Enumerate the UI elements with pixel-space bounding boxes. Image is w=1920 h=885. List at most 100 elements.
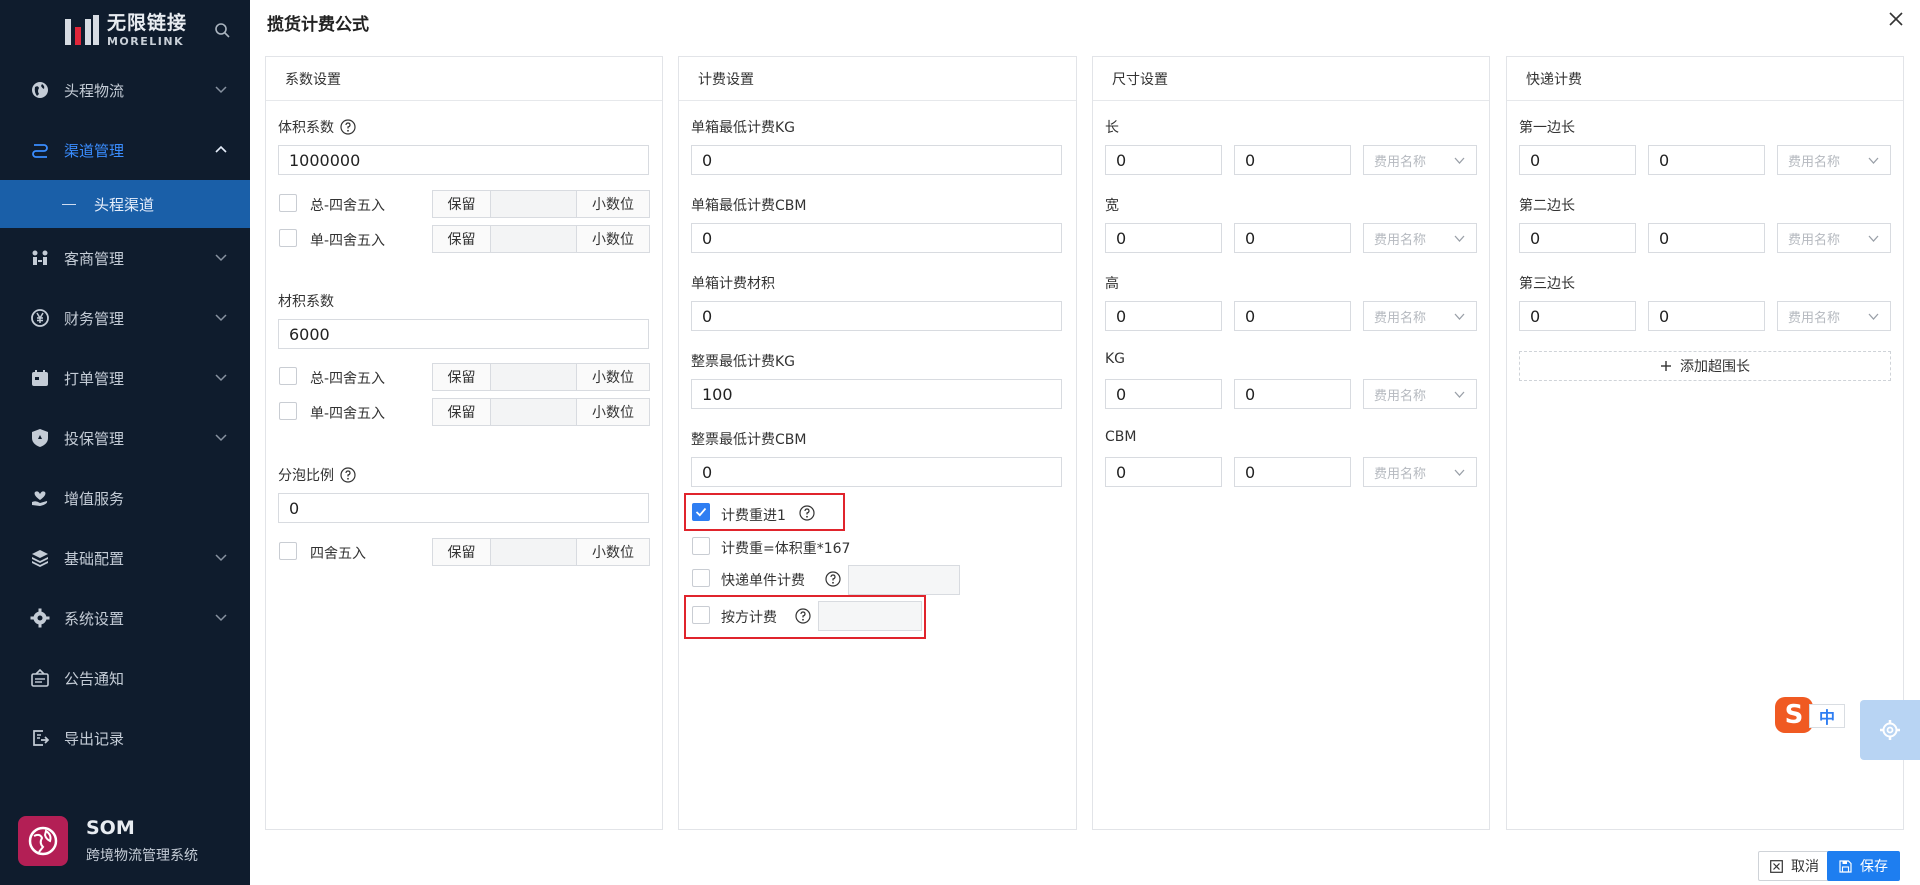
decimal-input[interactable]	[491, 191, 577, 217]
by-cbm-checkbox[interactable]	[692, 606, 710, 624]
min-ticket-cbm-input[interactable]: 0	[691, 457, 1062, 487]
logo-en: MORELINK	[106, 34, 185, 48]
size-min-input[interactable]: 0	[1105, 301, 1222, 331]
box-volume-input[interactable]: 0	[691, 301, 1062, 331]
size-max-input[interactable]: 0	[1234, 145, 1351, 175]
sidebar-item-label: 系统设置	[64, 609, 125, 628]
express-max-input[interactable]: 0	[1648, 301, 1765, 331]
chevron-down-icon	[215, 374, 227, 382]
size-min-input[interactable]: 0	[1105, 223, 1222, 253]
ime-indicator[interactable]: S 中	[1775, 697, 1847, 733]
brand-logo-icon	[18, 816, 68, 866]
formula-checkbox[interactable]	[692, 537, 710, 555]
help-icon[interactable]	[825, 571, 841, 587]
express-min-input[interactable]: 0	[1519, 145, 1636, 175]
express-single-input[interactable]	[848, 565, 960, 595]
settings-fab[interactable]	[1860, 700, 1920, 760]
sidebar-item-label: 公告通知	[64, 669, 125, 688]
fee-name-select[interactable]: 费用名称	[1363, 301, 1477, 331]
material-coef-input[interactable]: 6000	[278, 319, 649, 349]
help-icon[interactable]	[340, 119, 356, 135]
sidebar-item-label: 客商管理	[64, 249, 125, 268]
sidebar-item-system-settings[interactable]: 系统设置	[0, 588, 250, 648]
round-up-checkbox[interactable]	[692, 503, 710, 521]
sidebar-item-orders[interactable]: 打单管理	[0, 348, 250, 408]
sidebar-item-base-config[interactable]: 基础配置	[0, 528, 250, 588]
logo-cn: 无限链接	[106, 11, 187, 34]
search-icon[interactable]	[214, 22, 230, 38]
chevron-down-icon	[1454, 313, 1465, 320]
sidebar-subitem-head-channel[interactable]: 头程渠道	[0, 180, 250, 228]
by-cbm-label: 按方计费	[721, 610, 777, 626]
fee-name-select[interactable]: 费用名称	[1777, 301, 1891, 331]
chevron-down-icon	[215, 614, 227, 622]
round-total-checkbox[interactable]	[279, 194, 297, 212]
decimal-keep-group: 保留 小数位	[432, 398, 650, 426]
people-icon	[30, 248, 50, 268]
cancel-button[interactable]: 取消	[1758, 851, 1831, 881]
close-icon[interactable]	[1888, 11, 1904, 27]
round-single-checkbox[interactable]	[279, 402, 297, 420]
decimal-input[interactable]	[491, 226, 577, 252]
fee-name-select[interactable]: 费用名称	[1363, 145, 1477, 175]
decimal-input[interactable]	[491, 539, 577, 565]
size-min-input[interactable]: 0	[1105, 457, 1222, 487]
sidebar: 无限链接 MORELINK 头程物流 渠道管理 头程渠道 客商管理 财务管理 打…	[0, 0, 250, 885]
sidebar-item-value-added[interactable]: 增值服务	[0, 468, 250, 528]
brand-subtitle: 跨境物流管理系统	[86, 848, 198, 864]
express-single-label: 快递单件计费	[721, 573, 805, 589]
size-min-input[interactable]: 0	[1105, 379, 1222, 409]
logo-mark-icon	[63, 15, 101, 45]
express-min-input[interactable]: 0	[1519, 301, 1636, 331]
sidebar-item-announcements[interactable]: 公告通知	[0, 648, 250, 708]
size-row-label: CBM	[1105, 429, 1137, 445]
size-max-input[interactable]: 0	[1234, 379, 1351, 409]
express-min-input[interactable]: 0	[1519, 223, 1636, 253]
split-ratio-input[interactable]: 0	[278, 493, 649, 523]
sidebar-item-merchants[interactable]: 客商管理	[0, 228, 250, 288]
size-max-input[interactable]: 0	[1234, 301, 1351, 331]
by-cbm-input[interactable]	[818, 601, 922, 631]
size-min-input[interactable]: 0	[1105, 145, 1222, 175]
volume-coef-input[interactable]: 1000000	[278, 145, 649, 175]
fee-name-select[interactable]: 费用名称	[1363, 379, 1477, 409]
min-box-kg-input[interactable]: 0	[691, 145, 1062, 175]
save-button[interactable]: 保存	[1827, 851, 1900, 881]
sidebar-item-export-records[interactable]: 导出记录	[0, 708, 250, 768]
min-ticket-kg-input[interactable]: 100	[691, 379, 1062, 409]
fee-name-select[interactable]: 费用名称	[1363, 457, 1477, 487]
logo-row: 无限链接 MORELINK	[0, 0, 250, 60]
fee-name-select[interactable]: 费用名称	[1777, 223, 1891, 253]
brand-name: SOM	[86, 817, 135, 839]
fee-name-select[interactable]: 费用名称	[1363, 223, 1477, 253]
keep-label: 保留	[433, 226, 491, 252]
sidebar-item-insurance[interactable]: 投保管理	[0, 408, 250, 468]
size-max-input[interactable]: 0	[1234, 457, 1351, 487]
ime-lang-label: 中	[1809, 704, 1845, 728]
fee-name-select[interactable]: 费用名称	[1777, 145, 1891, 175]
sidebar-item-head-logistics[interactable]: 头程物流	[0, 60, 250, 120]
add-girth-button[interactable]: 添加超围长	[1519, 351, 1891, 381]
sidebar-item-label: 基础配置	[64, 549, 125, 568]
round-total-checkbox[interactable]	[279, 367, 297, 385]
sidebar-nav: 头程物流 渠道管理 头程渠道 客商管理 财务管理 打单管理 投保管理 增值服务 …	[0, 60, 250, 768]
help-icon[interactable]	[799, 505, 815, 521]
gear-icon	[1880, 720, 1900, 740]
round-single-checkbox[interactable]	[279, 229, 297, 247]
sidebar-item-finance[interactable]: 财务管理	[0, 288, 250, 348]
decimal-input[interactable]	[491, 364, 577, 390]
express-max-input[interactable]: 0	[1648, 223, 1765, 253]
express-max-input[interactable]: 0	[1648, 145, 1765, 175]
size-max-input[interactable]: 0	[1234, 223, 1351, 253]
express-single-checkbox[interactable]	[692, 569, 710, 587]
sidebar-item-channel[interactable]: 渠道管理	[0, 120, 250, 180]
min-box-cbm-input[interactable]: 0	[691, 223, 1062, 253]
round-checkbox[interactable]	[279, 542, 297, 560]
help-icon[interactable]	[340, 467, 356, 483]
size-row-label: KG	[1105, 351, 1126, 367]
decimal-input[interactable]	[491, 399, 577, 425]
decimals-label: 小数位	[577, 191, 649, 217]
sidebar-item-label: 头程物流	[64, 81, 125, 100]
help-icon[interactable]	[795, 608, 811, 624]
sidebar-item-label: 财务管理	[64, 309, 125, 328]
